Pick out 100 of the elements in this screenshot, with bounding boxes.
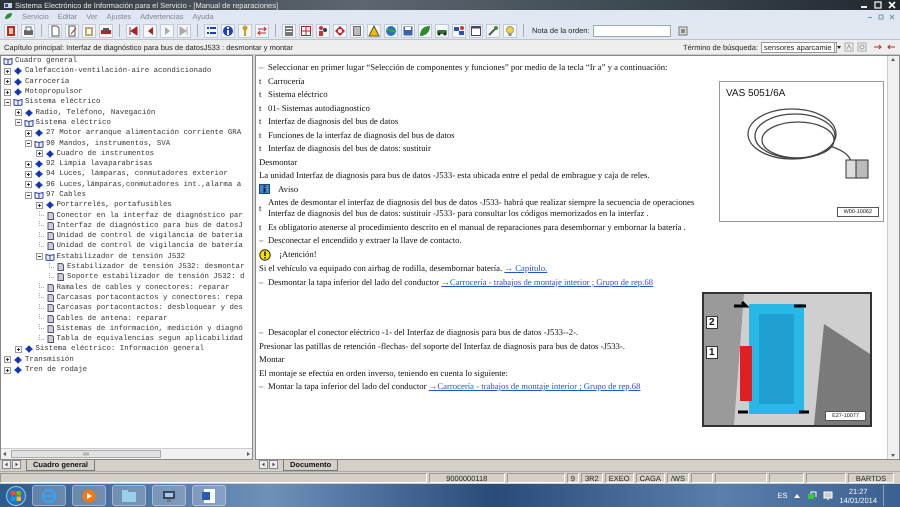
tab-right-icon[interactable] [12,460,21,469]
leaf-icon[interactable] [418,24,432,38]
info-icon [259,184,270,194]
instruction-text: Desacoplar el conector eléctrico -1- del Interfaz de diagnosis para bus de datos -J533--2-. [268,327,578,338]
next-match-icon[interactable] [873,42,883,52]
previous-match-icon[interactable] [886,42,896,52]
car-icon[interactable] [99,24,113,38]
status-field [715,473,767,483]
bullet-marker: t [259,130,262,141]
grid-icon[interactable] [299,24,313,38]
car-icon[interactable] [435,24,449,38]
document-icon[interactable] [282,24,296,38]
document-link[interactable]: → Capítulo. [504,263,548,274]
dash-marker: – [259,381,263,392]
expander-icon[interactable] [34,252,44,262]
document-link[interactable]: →Carrocería - trabajos de montaje interior ; Grupo de rep.68 [441,276,654,287]
previous-icon[interactable] [143,24,157,38]
info-icon[interactable] [221,24,235,38]
instruction-text: Desconectar el encendido y extraer la llave de contacto. [268,235,462,246]
expander-icon[interactable] [14,118,24,128]
scrollbar-thumb[interactable] [11,450,161,458]
page-icon[interactable] [48,24,62,38]
clipboard-icon[interactable] [678,26,688,36]
start-orb-icon[interactable] [6,486,26,506]
warning-icon[interactable] [367,24,381,38]
expander-icon[interactable] [24,128,34,138]
cube-icon [34,180,44,189]
instruction-text: Carrocería [268,76,305,87]
scroll-right-icon[interactable] [244,450,252,458]
cube-icon [13,366,23,374]
tab-left-icon[interactable] [259,460,268,469]
maximize-icon[interactable] [874,1,882,9]
restore-icon[interactable] [877,12,885,20]
expander-icon[interactable] [24,180,34,190]
network-icon[interactable] [807,490,818,500]
expander-icon[interactable] [3,366,13,375]
tab-left-icon[interactable] [2,460,11,469]
instruction-text: Antes de desmontar el interfaz de diagnosis del bus de datos -J533- habrá que realizar siempre la secuencia de operaciones Interfaz de diagnosis del bus de datos: sustituir -J533- para consultar los códigos memorizados en la interfaz . [268,197,696,220]
cube-icon [34,129,44,138]
stop-icon[interactable] [333,24,347,38]
expander-icon[interactable] [24,170,34,179]
notice-heading: Aviso [278,184,298,195]
callout-label: 2 [706,316,718,329]
tray-arrow-icon[interactable] [793,492,802,500]
disk-icon[interactable] [401,24,415,38]
open-book-icon [34,140,44,148]
expander-icon[interactable] [34,149,44,158]
expander-icon[interactable] [14,108,24,118]
open-book-icon [24,118,34,127]
instruction-text: Interfaz de diagnosis del bus de datos [268,116,398,128]
expander-icon[interactable] [3,66,13,76]
expander-icon[interactable] [3,355,13,364]
cube-icon [44,201,54,210]
tools-icon[interactable] [486,24,500,38]
cube-icon [44,150,54,158]
instruction-text: Montar [259,354,285,366]
instruction-text: La unidad Interfaz de diagnosis para bus de datos -J533- esta ubicada entre el pedal de embrague y caja de reles. [259,170,650,182]
people-icon[interactable] [316,24,330,38]
status-field [806,473,846,483]
warning-icon [259,248,271,261]
expander-icon[interactable] [24,139,34,148]
globe-icon[interactable] [384,24,398,38]
open-book-icon [13,98,23,106]
network-icon[interactable] [452,24,466,38]
expander-icon[interactable] [24,190,34,200]
bullet-marker: t [259,222,262,233]
instruction-text: Funciones de la interfaz de diagnosis del bus de datos [268,130,454,141]
bullet-marker: t [259,102,262,114]
document-icon[interactable] [201,488,217,504]
swap-icon[interactable] [255,24,269,38]
instruction-text: Si el vehículo va equipado con airbag de rodilla, desembornar batería. → Capítulo. [259,263,548,274]
expander-icon[interactable] [34,200,44,210]
lightbulb-icon[interactable] [503,24,517,38]
cube-icon [13,356,23,364]
document-link[interactable]: →Carrocería - trabajos de montaje interior ; Grupo de rep.68 [428,381,640,392]
open-book-icon [34,191,44,199]
exit-icon[interactable] [4,24,18,38]
calendar-icon[interactable] [469,24,483,38]
expander-icon[interactable] [3,98,13,107]
edit-icon[interactable] [65,24,79,38]
media-player-icon[interactable] [81,488,97,504]
tab-right-icon[interactable] [269,460,278,469]
expander-icon[interactable] [24,160,34,169]
clipboard-icon[interactable] [82,24,96,38]
printer-icon[interactable] [21,24,35,38]
caret-icon [834,42,843,52]
expander-icon[interactable] [14,344,24,354]
monitor-icon[interactable] [823,490,834,500]
expander-icon[interactable] [3,88,13,97]
cube-icon [24,345,34,354]
order-note-field[interactable] [592,24,671,36]
first-icon[interactable] [126,24,140,38]
scroll-left-icon[interactable] [1,450,9,458]
instruction-text: Desmontar [259,156,298,168]
expander-icon[interactable] [3,77,13,86]
instruction-text: Desmontar la tapa inferior del lado del conductor →Carrocería - trabajos de montaje interior ; Grupo de rep.68 [268,276,654,288]
instruction-text: El montaje se efectúa en orden inverso, teniendo en cuenta lo siguiente: [259,368,508,379]
cube-icon [13,67,23,76]
list-icon[interactable] [204,24,218,38]
bullet-marker: t [259,143,262,154]
